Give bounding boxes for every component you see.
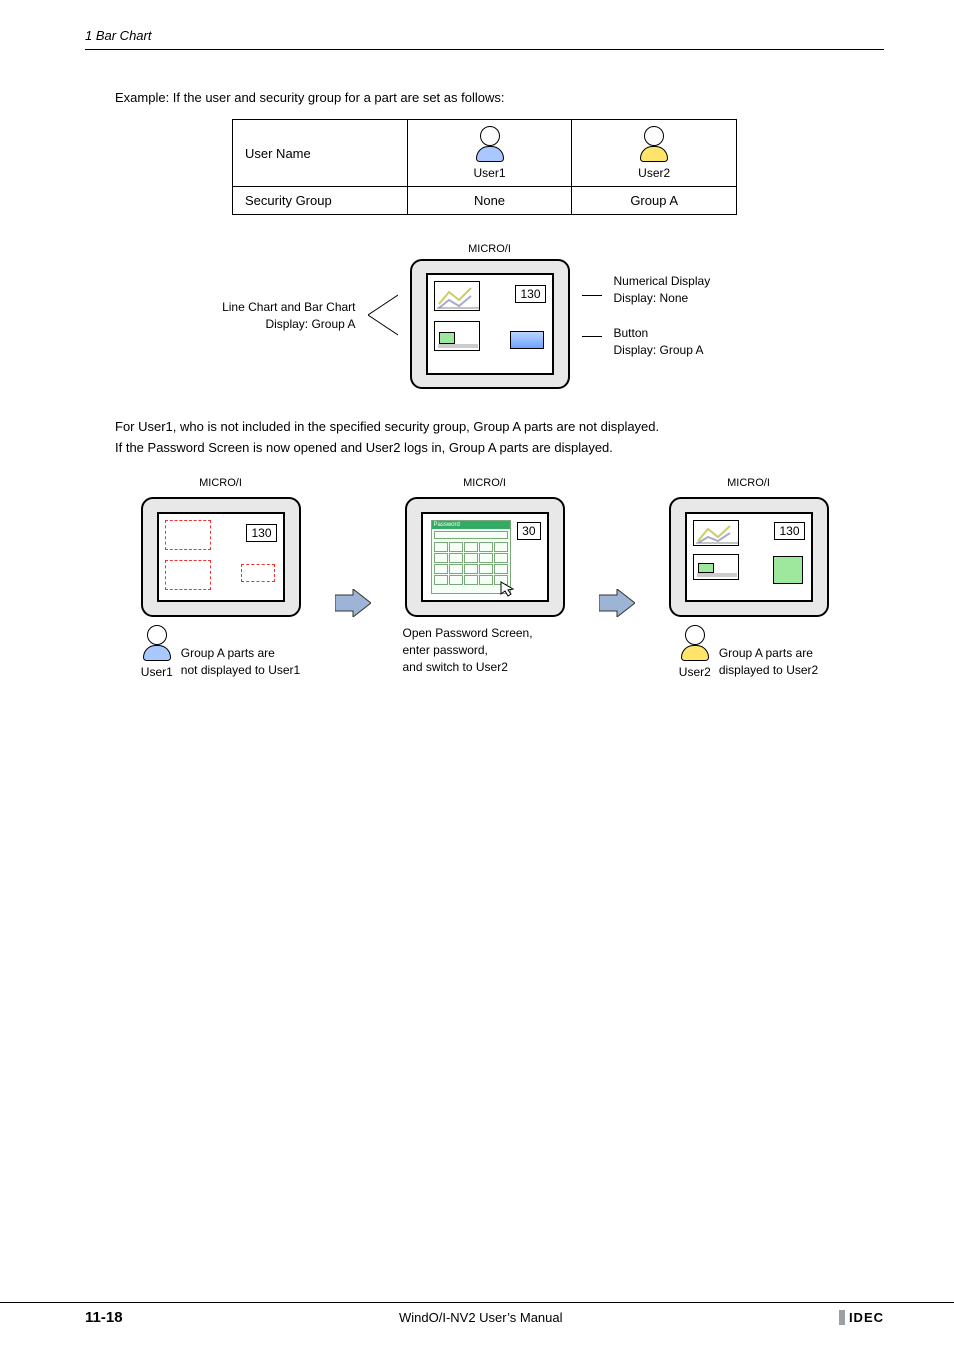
arrow-right-icon <box>335 589 371 617</box>
seq-cap1b: not displayed to User1 <box>181 662 300 679</box>
page-footer: 11-18 WindO/I-NV2 User’s Manual IDEC <box>0 1302 954 1326</box>
line-chart-icon <box>435 282 481 312</box>
numeric-display: 30 <box>517 522 540 540</box>
user-icon <box>680 625 710 663</box>
cursor-icon <box>499 580 517 598</box>
running-header: 1 Bar Chart <box>85 28 884 50</box>
user-icon <box>142 625 172 663</box>
row-username-label: User Name <box>233 120 408 187</box>
row-security-label: Security Group <box>233 187 408 215</box>
arrow-right-icon <box>599 589 635 617</box>
numeric-display: 130 <box>774 522 804 540</box>
hmi-button-icon <box>510 331 544 349</box>
numeric-display: 130 <box>246 524 276 542</box>
seq-cap2b: enter password, <box>403 642 533 659</box>
device-title: MICRO/I <box>468 243 511 255</box>
device-title: MICRO/I <box>199 477 242 489</box>
paragraph-2: If the Password Screen is now opened and… <box>115 440 884 455</box>
security-user1: None <box>407 187 572 215</box>
user2-label: User2 <box>638 166 670 180</box>
line-chart-icon <box>694 521 740 547</box>
security-user2: Group A <box>572 187 737 215</box>
numeric-display: 130 <box>515 285 545 303</box>
sequence-diagram: MICRO/I 130 User1 Group A parts are not … <box>85 477 884 679</box>
manual-title: WindO/I-NV2 User’s Manual <box>399 1310 563 1325</box>
seq-cap2c: and switch to User2 <box>403 659 533 676</box>
user-icon <box>639 126 669 164</box>
seq-user1-label: User1 <box>141 665 173 679</box>
user1-label: User1 <box>473 166 505 180</box>
seq-cap3a: Group A parts are <box>719 645 818 662</box>
brand-logo: IDEC <box>839 1310 884 1325</box>
right-callout-2b: Display: Group A <box>614 342 764 359</box>
device-title: MICRO/I <box>727 477 770 489</box>
example-intro: Example: If the user and security group … <box>115 90 884 105</box>
device-title: MICRO/I <box>463 477 506 489</box>
seq-cap1a: Group A parts are <box>181 645 300 662</box>
password-header: Password <box>432 521 510 529</box>
seq-cap3b: displayed to User2 <box>719 662 818 679</box>
left-callout-1: Line Chart and Bar Chart <box>206 299 356 316</box>
right-callout-1b: Display: None <box>614 290 764 307</box>
right-callout-2a: Button <box>614 325 764 342</box>
main-diagram: Line Chart and Bar Chart Display: Group … <box>85 243 884 389</box>
user-icon <box>475 126 505 164</box>
hmi-button-icon <box>773 556 803 584</box>
seq-cap2a: Open Password Screen, <box>403 625 533 642</box>
page-number: 11-18 <box>85 1309 123 1326</box>
user-security-table: User Name User1 User2 Security Group Non… <box>232 119 737 215</box>
right-callout-1a: Numerical Display <box>614 273 764 290</box>
paragraph-1: For User1, who is not included in the sp… <box>115 419 884 434</box>
callout-line-icon <box>368 285 398 345</box>
left-callout-2: Display: Group A <box>206 316 356 333</box>
seq-user2-label: User2 <box>679 665 711 679</box>
